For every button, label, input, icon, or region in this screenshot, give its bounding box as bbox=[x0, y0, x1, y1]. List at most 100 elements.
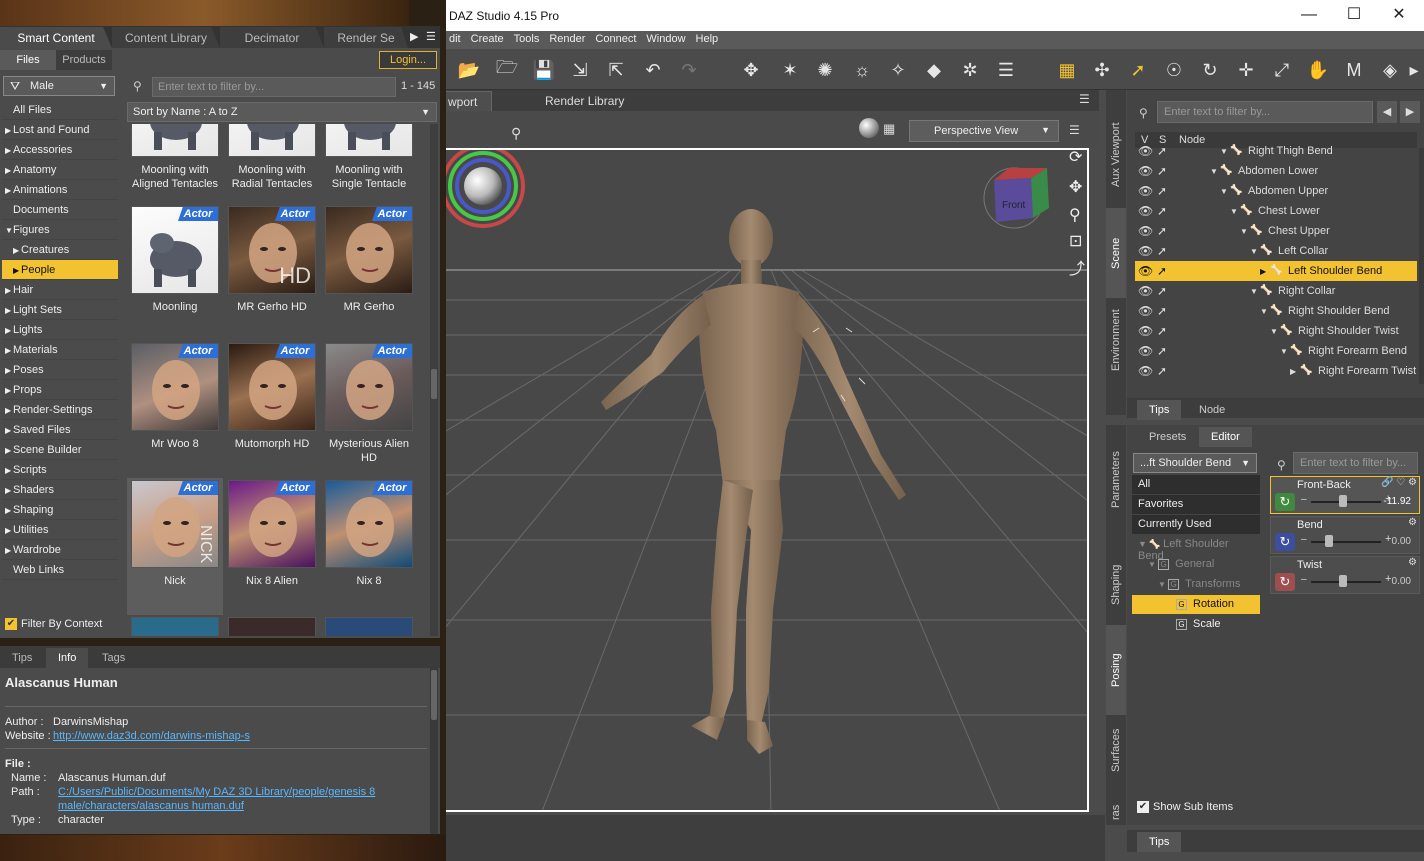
content-item-partial[interactable] bbox=[127, 615, 223, 636]
visibility-eye-icon[interactable]: 👁 bbox=[1138, 164, 1153, 178]
category-item[interactable]: Documents bbox=[2, 200, 118, 220]
sort-dropdown[interactable]: Sort by Name : A to Z bbox=[127, 102, 437, 122]
content-item[interactable]: Moonling with Radial Tentacles bbox=[224, 124, 320, 204]
tab-surfaces[interactable]: Surfaces bbox=[1106, 715, 1126, 785]
viewport-options-icon[interactable]: ☰ bbox=[1069, 123, 1080, 137]
property-slider[interactable]: ↻ Bend – +0.00 ⚙ bbox=[1270, 516, 1420, 554]
scene-node-row[interactable]: 👁 ➚ ▼ 🦴 Right Shoulder Twist bbox=[1135, 321, 1417, 341]
category-item[interactable]: ▶ Shaders bbox=[2, 480, 118, 500]
selectable-arrow-icon[interactable]: ➚ bbox=[1157, 204, 1167, 218]
selectable-arrow-icon[interactable]: ➚ bbox=[1157, 344, 1167, 358]
tab-files[interactable]: Files bbox=[0, 50, 56, 70]
active-pose-icon[interactable]: ☉ bbox=[1161, 57, 1187, 83]
visibility-eye-icon[interactable]: 👁 bbox=[1138, 344, 1153, 358]
toolbar-overflow-icon[interactable]: ▸ bbox=[1407, 57, 1421, 83]
tab-decimator[interactable]: Decimator bbox=[220, 27, 324, 48]
visibility-eye-icon[interactable]: 👁 bbox=[1138, 224, 1153, 238]
content-item-partial[interactable] bbox=[224, 615, 320, 636]
property-options-icon[interactable]: ⚙ bbox=[1408, 557, 1417, 568]
import-icon[interactable]: ⇲ bbox=[567, 57, 593, 83]
category-item[interactable]: ▶ Light Sets bbox=[2, 300, 118, 320]
selectable-arrow-icon[interactable]: ➚ bbox=[1157, 264, 1167, 278]
content-item[interactable]: Actor Nix 8 Alien bbox=[224, 478, 320, 615]
selectable-arrow-icon[interactable]: ➚ bbox=[1157, 184, 1167, 198]
property-value[interactable]: 0.00 bbox=[1392, 576, 1411, 587]
category-item[interactable]: ▶ Render-Settings bbox=[2, 400, 118, 420]
rotation-dial-icon[interactable]: ↻ bbox=[1275, 533, 1295, 551]
category-item[interactable]: ▶ Accessories bbox=[2, 140, 118, 160]
draw-style-icon[interactable] bbox=[859, 118, 879, 138]
universal-tool-icon[interactable]: ✣ bbox=[1089, 57, 1115, 83]
pan-icon[interactable]: ✥ bbox=[1069, 177, 1082, 196]
node-selection-icon[interactable]: ➚ bbox=[1125, 57, 1151, 83]
rotation-gizmo[interactable] bbox=[441, 150, 525, 228]
property-value[interactable]: 0.00 bbox=[1392, 536, 1411, 547]
property-group-item[interactable]: ▼ G Transforms bbox=[1132, 575, 1260, 594]
content-item[interactable]: Moonling with Single Tentacle bbox=[321, 124, 417, 204]
tab-render-library[interactable]: Render Library bbox=[531, 91, 638, 111]
tab-info[interactable]: Info bbox=[46, 648, 89, 668]
minimize-icon[interactable]: — bbox=[1289, 4, 1329, 26]
scene-node-row[interactable]: 👁 ➚ ▼ 🦴 Right Shoulder Bend bbox=[1135, 301, 1417, 321]
create-camera-icon[interactable]: ✥ bbox=[738, 57, 764, 83]
camera-dropdown[interactable]: Perspective View bbox=[909, 120, 1059, 142]
scene-node-row[interactable]: 👁 ➚ ▼ 🦴 Right Forearm Bend bbox=[1135, 341, 1417, 361]
category-item[interactable]: ▶ Anatomy bbox=[2, 160, 118, 180]
scene-scrollbar[interactable] bbox=[1419, 148, 1424, 384]
tab-smart-content[interactable]: Smart Content bbox=[0, 27, 112, 48]
maximize-icon[interactable]: ☐ bbox=[1334, 4, 1374, 26]
node-dropdown[interactable]: ...ft Shoulder Bend bbox=[1133, 453, 1257, 473]
visibility-eye-icon[interactable]: 👁 bbox=[1138, 264, 1153, 278]
content-item[interactable]: Moonling with Aligned Tentacles bbox=[127, 124, 223, 204]
selectable-arrow-icon[interactable]: ➚ bbox=[1157, 284, 1167, 298]
scene-node-row[interactable]: 👁 ➚ ▼ 🦴 Abdomen Upper bbox=[1135, 181, 1417, 201]
category-item[interactable]: ▶ Materials bbox=[2, 340, 118, 360]
property-group-item[interactable]: G Scale bbox=[1132, 615, 1260, 634]
translate-icon[interactable]: ✛ bbox=[1233, 57, 1259, 83]
property-group-item[interactable]: ▼ G General bbox=[1132, 555, 1260, 574]
increment-icon[interactable]: + bbox=[1385, 533, 1391, 545]
path-link-line1[interactable]: C:/Users/Public/Documents/My DAZ 3D Libr… bbox=[58, 786, 375, 798]
content-search-input[interactable]: Enter text to filter by... bbox=[152, 77, 396, 97]
decrement-icon[interactable]: – bbox=[1301, 574, 1307, 585]
tab-scroll-right-icon[interactable]: ▶ bbox=[410, 30, 418, 43]
visibility-eye-icon[interactable]: 👁 bbox=[1138, 244, 1153, 258]
gender-dropdown[interactable]: ⛛ Male bbox=[3, 76, 115, 96]
content-item[interactable]: Actor Mr Woo 8 bbox=[127, 341, 223, 478]
orbit-icon[interactable]: ⟳ bbox=[1069, 150, 1083, 166]
category-item[interactable]: ▶ People bbox=[2, 260, 118, 280]
rotation-dial-icon[interactable]: ↻ bbox=[1275, 493, 1295, 511]
surface-selection-icon[interactable]: ◈ bbox=[1377, 57, 1403, 83]
tab-presets[interactable]: Presets bbox=[1137, 427, 1198, 447]
property-group-item[interactable]: Favorites bbox=[1132, 495, 1260, 514]
scale-icon[interactable]: ⤢ bbox=[1269, 57, 1295, 83]
scene-search-input[interactable]: Enter text to filter by... bbox=[1157, 101, 1373, 123]
category-item[interactable]: ▶ Scene Builder bbox=[2, 440, 118, 460]
category-item[interactable]: ▶ Animations bbox=[2, 180, 118, 200]
tab-aux-viewport[interactable]: Aux Viewport bbox=[1106, 105, 1126, 205]
tab-scene-tips[interactable]: Tips bbox=[1137, 400, 1182, 420]
expand-arrow-icon[interactable]: ▼ bbox=[1250, 247, 1258, 256]
visibility-eye-icon[interactable]: 👁 bbox=[1138, 184, 1153, 198]
expand-arrow-icon[interactable]: ▶ bbox=[1260, 267, 1266, 276]
expand-arrow-icon[interactable]: ▼ bbox=[1158, 580, 1168, 589]
tab-content-library[interactable]: Content Library bbox=[112, 27, 220, 48]
open-file-icon[interactable]: 📂 bbox=[456, 57, 482, 83]
tab-cameras[interactable]: ras bbox=[1106, 800, 1126, 825]
scene-forward-icon[interactable]: ▶ bbox=[1400, 101, 1420, 123]
rotation-dial-icon[interactable]: ↻ bbox=[1275, 573, 1295, 591]
pin-icon[interactable]: ⚲ bbox=[511, 125, 521, 142]
category-item[interactable]: ▶ Saved Files bbox=[2, 420, 118, 440]
tab-environment[interactable]: Environment bbox=[1106, 300, 1126, 380]
category-item[interactable]: ▶ Lights bbox=[2, 320, 118, 340]
visibility-eye-icon[interactable]: 👁 bbox=[1138, 144, 1153, 158]
scene-node-row[interactable]: 👁 ➚ ▼ 🦴 Chest Upper bbox=[1135, 221, 1417, 241]
expand-arrow-icon[interactable]: ▼ bbox=[1220, 147, 1228, 156]
selectable-arrow-icon[interactable]: ➚ bbox=[1157, 304, 1167, 318]
content-item[interactable]: HD Actor MR Gerho HD bbox=[224, 204, 320, 341]
menu-help[interactable]: Help bbox=[691, 31, 724, 47]
visibility-eye-icon[interactable]: 👁 bbox=[1138, 324, 1153, 338]
spotlight-icon[interactable]: ✶ bbox=[777, 57, 803, 83]
property-group-item[interactable]: Currently Used bbox=[1132, 515, 1260, 534]
property-value[interactable]: -11.92 bbox=[1383, 496, 1411, 507]
